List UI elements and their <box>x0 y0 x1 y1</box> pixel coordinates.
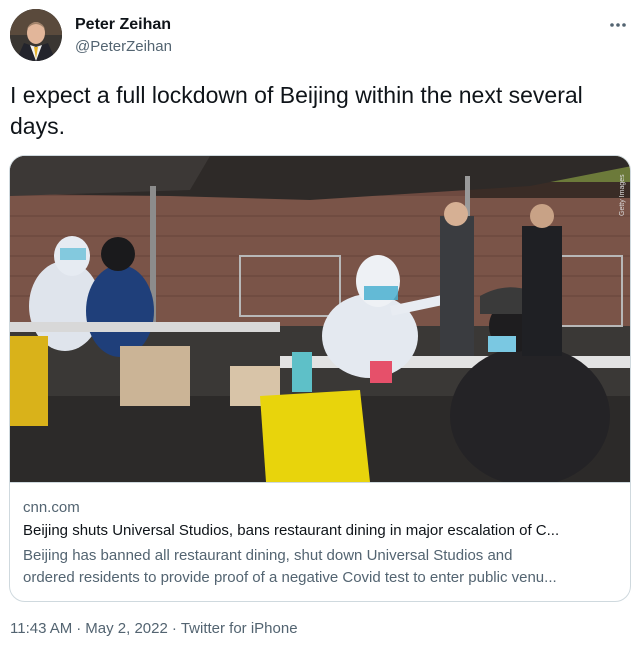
tweet-timestamp[interactable]: 11:43 AM · May 2, 2022 <box>10 620 168 637</box>
card-body[interactable]: cnn.com Beijing shuts Universal Studios,… <box>10 482 630 601</box>
card-description: Beijing has banned all restaurant dining… <box>23 545 623 589</box>
card-domain: cnn.com <box>23 499 80 516</box>
tweet-header: Peter Zeihan @PeterZeihan <box>10 9 630 65</box>
avatar-portrait <box>10 9 62 61</box>
card-description-line: Beijing has banned all restaurant dining… <box>23 547 513 564</box>
link-card[interactable]: Getty Images cnn.com Beijing shuts Unive… <box>9 155 631 602</box>
author-handle[interactable]: @PeterZeihan <box>75 38 172 55</box>
author-avatar[interactable] <box>10 9 62 61</box>
author-name[interactable]: Peter Zeihan <box>75 16 171 34</box>
tweet-source[interactable]: Twitter for iPhone <box>181 620 298 637</box>
more-options-button[interactable] <box>606 13 630 37</box>
more-horizontal-icon <box>610 23 626 27</box>
tweet-time: 11:43 AM <box>10 620 73 637</box>
image-credit: Getty Images <box>619 174 626 216</box>
meta-separator: · <box>76 620 82 637</box>
card-description-line: ordered residents to provide proof of a … <box>23 569 557 586</box>
tweet-meta: 11:43 AM · May 2, 2022 · Twitter for iPhone <box>10 620 298 637</box>
tweet-date: May 2, 2022 <box>85 620 168 637</box>
card-image[interactable]: Getty Images <box>10 156 631 482</box>
card-title: Beijing shuts Universal Studios, bans re… <box>23 522 560 539</box>
meta-separator: · <box>171 620 177 637</box>
tweet-text: I expect a full lockdown of Beijing with… <box>10 82 583 139</box>
